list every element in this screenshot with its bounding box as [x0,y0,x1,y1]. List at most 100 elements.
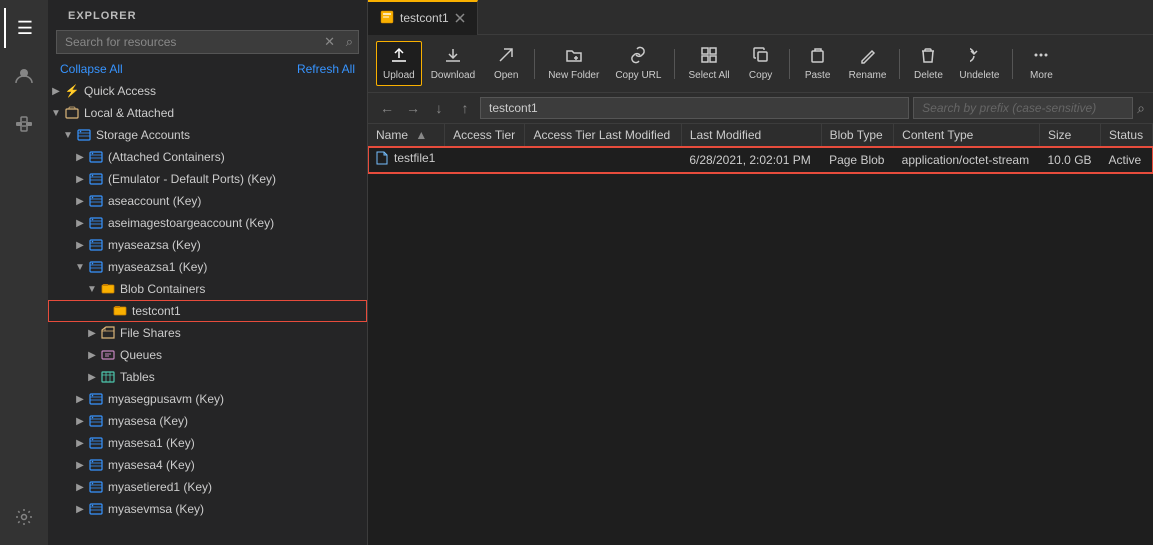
search-input[interactable] [56,30,359,54]
sidebar-item-label: myasevmsa (Key) [108,502,367,516]
more-label: More [1030,70,1053,81]
cell-size: 10.0 GB [1040,147,1101,173]
sidebar-item-file-shares[interactable]: ▶File Shares [48,322,367,344]
collapse-all-button[interactable]: Collapse All [60,62,123,76]
col-access-tier[interactable]: Access Tier [445,124,525,147]
refresh-all-button[interactable]: Refresh All [297,62,355,76]
delete-button[interactable]: Delete [906,41,950,86]
chevron-icon: ▼ [84,281,100,297]
nav-forward-button[interactable]: → [402,97,424,119]
sidebar-item-label: Tables [120,370,367,384]
sidebar-item-myasesa4[interactable]: ▶ myasesa4 (Key) [48,454,367,476]
new-folder-button[interactable]: New Folder [541,41,606,86]
cell-lastModified: 6/28/2021, 2:02:01 PM [681,147,821,173]
sidebar-item-quick-access[interactable]: ▶⚡Quick Access [48,80,367,102]
rename-button[interactable]: Rename [842,41,894,86]
sidebar-item-myaseazsa1[interactable]: ▼myaseazsa1 (Key) [48,256,367,278]
tab-testcont1[interactable]: testcont1 [368,0,478,35]
sidebar-item-tables[interactable]: ▶ Tables [48,366,367,388]
table-row[interactable]: testfile16/28/2021, 2:02:01 PMPage Bloba… [368,147,1153,173]
toolbar: UploadDownloadOpen New FolderCopy URL Sele… [368,35,1153,93]
sidebar-item-myasevmsa[interactable]: ▶myasevmsa (Key) [48,498,367,520]
cell-contentType: application/octet-stream [894,147,1040,173]
account-icon[interactable] [4,56,44,96]
tab-label: testcont1 [400,11,449,25]
col-status[interactable]: Status [1101,124,1153,147]
download-button[interactable]: Download [424,41,482,86]
sidebar-item-myaseazsa[interactable]: ▶myaseazsa (Key) [48,234,367,256]
col-blob-type[interactable]: Blob Type [821,124,894,147]
search-prefix-input[interactable] [913,97,1133,119]
tree-item-icon [64,105,80,121]
rename-icon [859,46,877,68]
undelete-button[interactable]: Undelete [952,41,1006,86]
tree-item-icon [88,149,104,165]
cell-accessTier [445,147,525,173]
plugin-icon[interactable] [4,104,44,144]
toolbar-separator [789,49,790,79]
paste-button[interactable]: Paste [796,41,840,86]
chevron-icon: ▼ [48,105,64,121]
chevron-icon: ▶ [48,83,64,99]
activity-bar: ☰ [0,0,48,545]
menu-icon[interactable]: ☰ [4,8,44,48]
tree-item-icon [88,413,104,429]
sidebar-item-testcont1[interactable]: testcont1 [48,300,367,322]
sidebar-item-local-attached[interactable]: ▼Local & Attached [48,102,367,124]
more-button[interactable]: More [1019,41,1063,86]
toolbar-separator [899,49,900,79]
tab-close-icon[interactable] [455,10,465,26]
nav-up-button[interactable]: ↑ [454,97,476,119]
cell-accessTierLastModified [525,147,681,173]
sidebar-item-blob-containers[interactable]: ▼Blob Containers [48,278,367,300]
sidebar-item-myasesa1[interactable]: ▶myasesa1 (Key) [48,432,367,454]
open-button[interactable]: Open [484,41,528,86]
sidebar-item-label: myasesa4 (Key) [108,458,367,472]
col-access-tier-modified[interactable]: Access Tier Last Modified [525,124,681,147]
chevron-icon: ▶ [72,215,88,231]
open-icon [497,46,515,68]
sidebar-item-myasegpusavm[interactable]: ▶myasegpusavm (Key) [48,388,367,410]
select-all-button[interactable]: Select All [681,41,736,86]
sidebar-item-aseimagestorage[interactable]: ▶aseimagestoargeaccount (Key) [48,212,367,234]
explorer-title: EXPLORER [48,0,367,30]
address-bar: ← → ↓ ↑ ⌕ [368,93,1153,124]
address-input[interactable] [480,97,909,119]
chevron-icon: ▶ [72,457,88,473]
sidebar-item-myasetiered1[interactable]: ▶myasetiered1 (Key) [48,476,367,498]
col-last-modified[interactable]: Last Modified [681,124,821,147]
sidebar-item-queues[interactable]: ▶Queues [48,344,367,366]
tree-item-icon [88,479,104,495]
upload-button[interactable]: Upload [376,41,422,86]
search-glass-icon: ⌕ [346,34,353,50]
cell-name: testfile1 [368,147,445,173]
undelete-label: Undelete [959,70,999,81]
sidebar-item-emulator[interactable]: ▶(Emulator - Default Ports) (Key) [48,168,367,190]
copy-url-button[interactable]: Copy URL [608,41,668,86]
nav-back-button[interactable]: ← [376,97,398,119]
copy-button[interactable]: Copy [739,41,783,86]
sidebar-item-label: myaseazsa1 (Key) [108,260,367,274]
paste-icon [809,46,827,68]
new-folder-icon [565,46,583,68]
sidebar-item-storage-accounts[interactable]: ▼Storage Accounts [48,124,367,146]
nav-down-button[interactable]: ↓ [428,97,450,119]
undelete-icon [970,46,988,68]
sidebar-item-aseaccount[interactable]: ▶aseaccount (Key) [48,190,367,212]
settings-icon[interactable] [4,497,44,537]
sidebar-tree: ▶⚡Quick Access▼Local & Attached▼Storage … [48,80,367,545]
table-header-row: Name ▲ Access Tier Access Tier Last Modi… [368,124,1153,147]
sidebar-item-label: aseaccount (Key) [108,194,367,208]
chevron-icon: ▶ [84,325,100,341]
search-prefix-icon: ⌕ [1137,100,1145,117]
clear-search-icon[interactable]: ✕ [324,34,335,50]
col-name[interactable]: Name ▲ [368,124,445,147]
chevron-icon: ▶ [84,369,100,385]
sidebar-item-myasesa[interactable]: ▶myasesa (Key) [48,410,367,432]
search-container: ✕ ⌕ [56,30,359,54]
col-content-type[interactable]: Content Type [894,124,1040,147]
col-size[interactable]: Size [1040,124,1101,147]
sidebar-actions: Collapse All Refresh All [48,60,367,80]
sidebar-item-attached-containers[interactable]: ▶(Attached Containers) [48,146,367,168]
chevron-icon: ▶ [72,413,88,429]
